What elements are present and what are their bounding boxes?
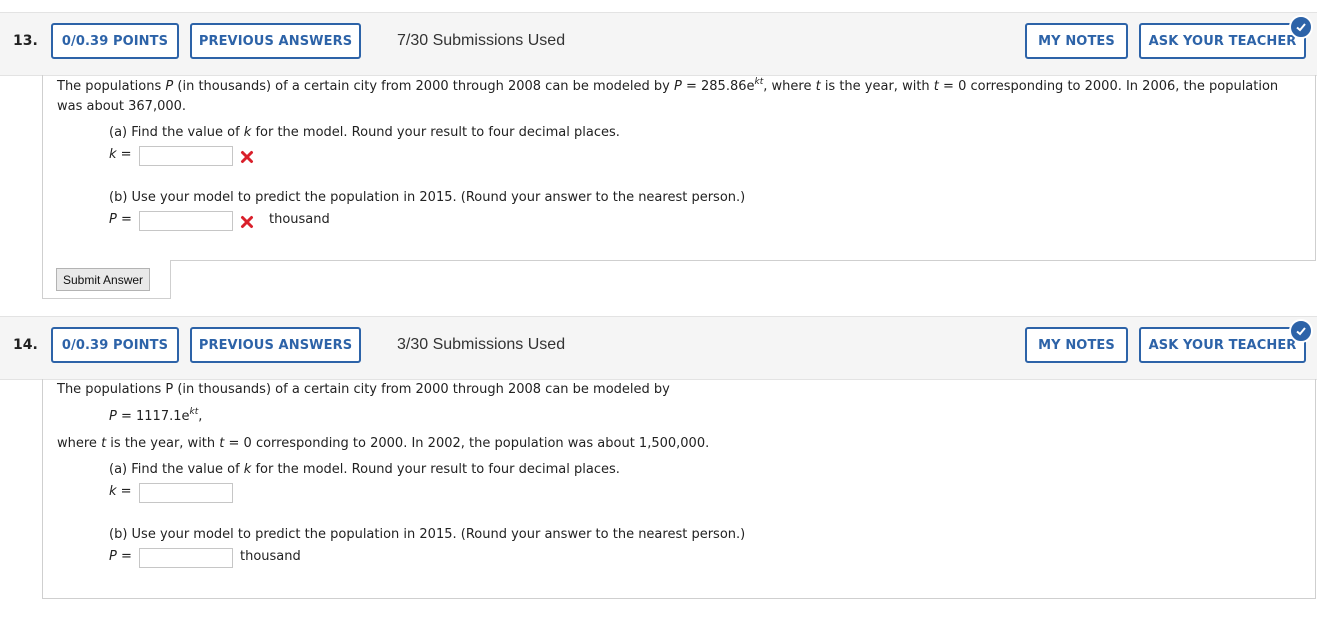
- previous-answers-button[interactable]: PREVIOUS ANSWERS: [190, 23, 361, 59]
- unit-label: thousand: [240, 549, 301, 564]
- question-14-header: 14. 0/0.39 POINTS PREVIOUS ANSWERS 3/30 …: [0, 316, 1317, 380]
- question-13-intro: The populations P (in thousands) of a ce…: [57, 77, 1279, 115]
- part-b-prompt: (b) Use your model to predict the popula…: [109, 190, 746, 205]
- part-a-prompt: (a) Find the value of k for the model. R…: [109, 462, 620, 477]
- p-label: P =: [109, 549, 132, 564]
- question-13-header: 13. 0/0.39 POINTS PREVIOUS ANSWERS 7/30 …: [0, 12, 1317, 76]
- p-input[interactable]: [139, 211, 233, 231]
- k-label: k =: [109, 484, 132, 499]
- checkmark-icon: [1289, 15, 1313, 39]
- k-input[interactable]: [139, 483, 233, 503]
- ask-your-teacher-button[interactable]: ASK YOUR TEACHER: [1139, 23, 1306, 59]
- k-label: k =: [109, 147, 132, 162]
- checkmark-icon: [1289, 319, 1313, 343]
- points-button[interactable]: 0/0.39 POINTS: [51, 23, 179, 59]
- model-equation: P = 1117.1ekt,: [109, 407, 203, 425]
- previous-answers-button[interactable]: PREVIOUS ANSWERS: [190, 327, 361, 363]
- part-a-prompt: (a) Find the value of k for the model. R…: [109, 125, 620, 140]
- p-input[interactable]: [139, 548, 233, 568]
- question-14-where: where t is the year, with t = 0 correspo…: [57, 436, 710, 451]
- incorrect-icon: [241, 216, 253, 228]
- k-input[interactable]: [139, 146, 233, 166]
- incorrect-icon: [241, 151, 253, 163]
- points-button[interactable]: 0/0.39 POINTS: [51, 327, 179, 363]
- ask-your-teacher-button[interactable]: ASK YOUR TEACHER: [1139, 327, 1306, 363]
- my-notes-button[interactable]: MY NOTES: [1025, 23, 1128, 59]
- question-number: 14.: [13, 337, 38, 353]
- question-number: 13.: [13, 33, 38, 49]
- submissions-used: 3/30 Submissions Used: [397, 336, 566, 353]
- submissions-used: 7/30 Submissions Used: [397, 32, 566, 49]
- p-label: P =: [109, 212, 132, 227]
- submit-answer-button[interactable]: Submit Answer: [56, 268, 151, 291]
- my-notes-button[interactable]: MY NOTES: [1025, 327, 1128, 363]
- question-14-body: [42, 379, 1316, 599]
- unit-label: thousand: [269, 212, 330, 227]
- part-b-prompt: (b) Use your model to predict the popula…: [109, 527, 746, 542]
- question-14-intro: The populations P (in thousands) of a ce…: [57, 382, 670, 397]
